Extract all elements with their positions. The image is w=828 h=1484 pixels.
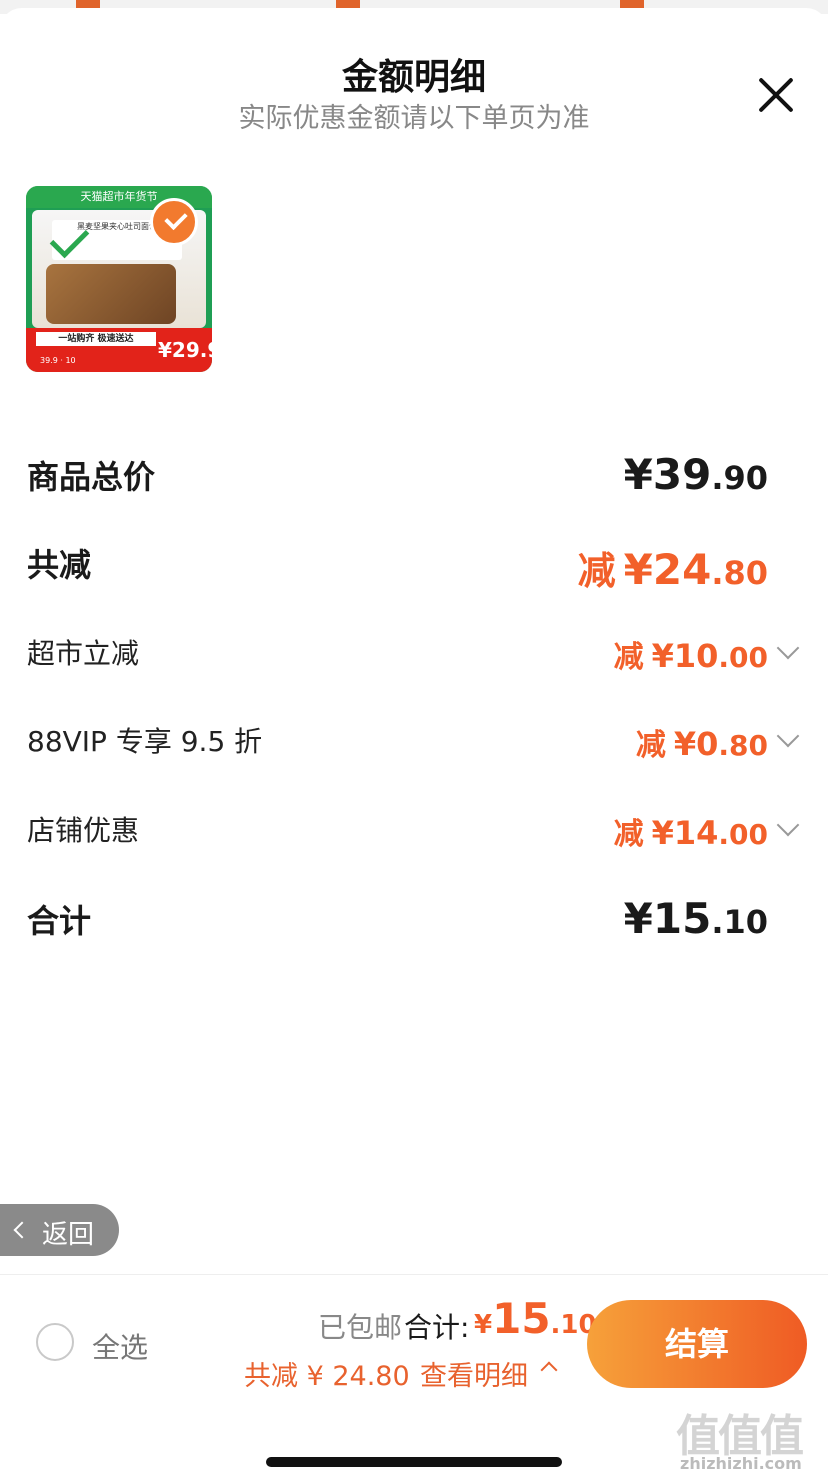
chevron-left-icon xyxy=(13,1221,31,1239)
back-button-label: 返回 xyxy=(42,1220,95,1250)
total-discount-prefix: 减 xyxy=(577,549,616,593)
close-icon[interactable] xyxy=(752,72,798,118)
sheet-title: 金额明细 xyxy=(341,57,486,98)
selected-check-icon[interactable] xyxy=(150,198,198,246)
goods-total-label: 商品总价 xyxy=(27,458,156,496)
vip-discount-dec: .80 xyxy=(718,729,768,762)
vip-discount-prefix: 减 xyxy=(635,728,666,763)
goods-total-int: ¥39 xyxy=(623,450,712,499)
total-discount-int: ¥24 xyxy=(623,545,712,594)
supermarket-discount-label: 超市立减 xyxy=(27,637,140,670)
total-discount-dec: .80 xyxy=(711,554,768,592)
supermarket-discount-prefix: 减 xyxy=(613,640,644,675)
vip-discount-label: 88VIP 专享 9.5 折 xyxy=(27,725,263,758)
bottom-saving-text: 共减 ¥ 24.80 xyxy=(244,1361,410,1392)
home-indicator[interactable] xyxy=(266,1457,562,1467)
sum-dec: .10 xyxy=(711,903,768,941)
store-discount-prefix: 减 xyxy=(613,817,644,852)
thumbnail-small-text: 39.9 · 10 xyxy=(40,356,76,365)
sum-amount: ¥15.10 xyxy=(624,894,768,943)
view-detail-link[interactable]: 查看明细 xyxy=(420,1354,528,1393)
select-all-label[interactable]: 全选 xyxy=(92,1326,148,1366)
back-button[interactable]: 返回 xyxy=(0,1204,119,1256)
free-shipping-text: 已包邮 xyxy=(318,1311,403,1344)
goods-total-amount: ¥39.90 xyxy=(624,450,768,499)
bottom-total-int: 15 xyxy=(492,1294,551,1343)
thumbnail-price: ¥29.9 xyxy=(158,338,212,362)
site-watermark-url: zhizhizhi.com xyxy=(680,1454,802,1473)
store-discount-int: ¥14 xyxy=(651,814,719,852)
supermarket-discount-dec: .00 xyxy=(718,641,768,674)
store-discount-amount[interactable]: 减 ¥14.00 xyxy=(614,809,768,853)
bottom-total-yen: ¥ xyxy=(474,1310,493,1340)
total-discount-amount: 减 ¥24.80 xyxy=(578,540,768,595)
store-discount-dec: .00 xyxy=(718,818,768,851)
checkout-button[interactable]: 结算 xyxy=(587,1300,807,1388)
store-discount-label: 店铺优惠 xyxy=(27,814,140,847)
bottom-total-label: 合计: xyxy=(404,1311,470,1344)
select-all-radio[interactable] xyxy=(36,1323,74,1361)
supermarket-discount-int: ¥10 xyxy=(651,637,719,675)
sum-int: ¥15 xyxy=(623,894,712,943)
goods-total-dec: .90 xyxy=(711,459,768,497)
total-discount-label: 共减 xyxy=(27,546,92,584)
thumbnail-slogan: 一站购齐 极速送达 xyxy=(36,332,156,346)
sum-label: 合计 xyxy=(27,902,92,940)
sheet-subtitle: 实际优惠金额请以下单页为准 xyxy=(238,103,590,134)
vip-discount-amount[interactable]: 减 ¥0.80 xyxy=(636,720,768,764)
bottom-total-amount: ¥15.10 xyxy=(474,1294,597,1343)
bread-image xyxy=(46,264,176,324)
supermarket-discount-amount[interactable]: 减 ¥10.00 xyxy=(614,632,768,676)
vip-discount-int: ¥0 xyxy=(673,725,719,763)
